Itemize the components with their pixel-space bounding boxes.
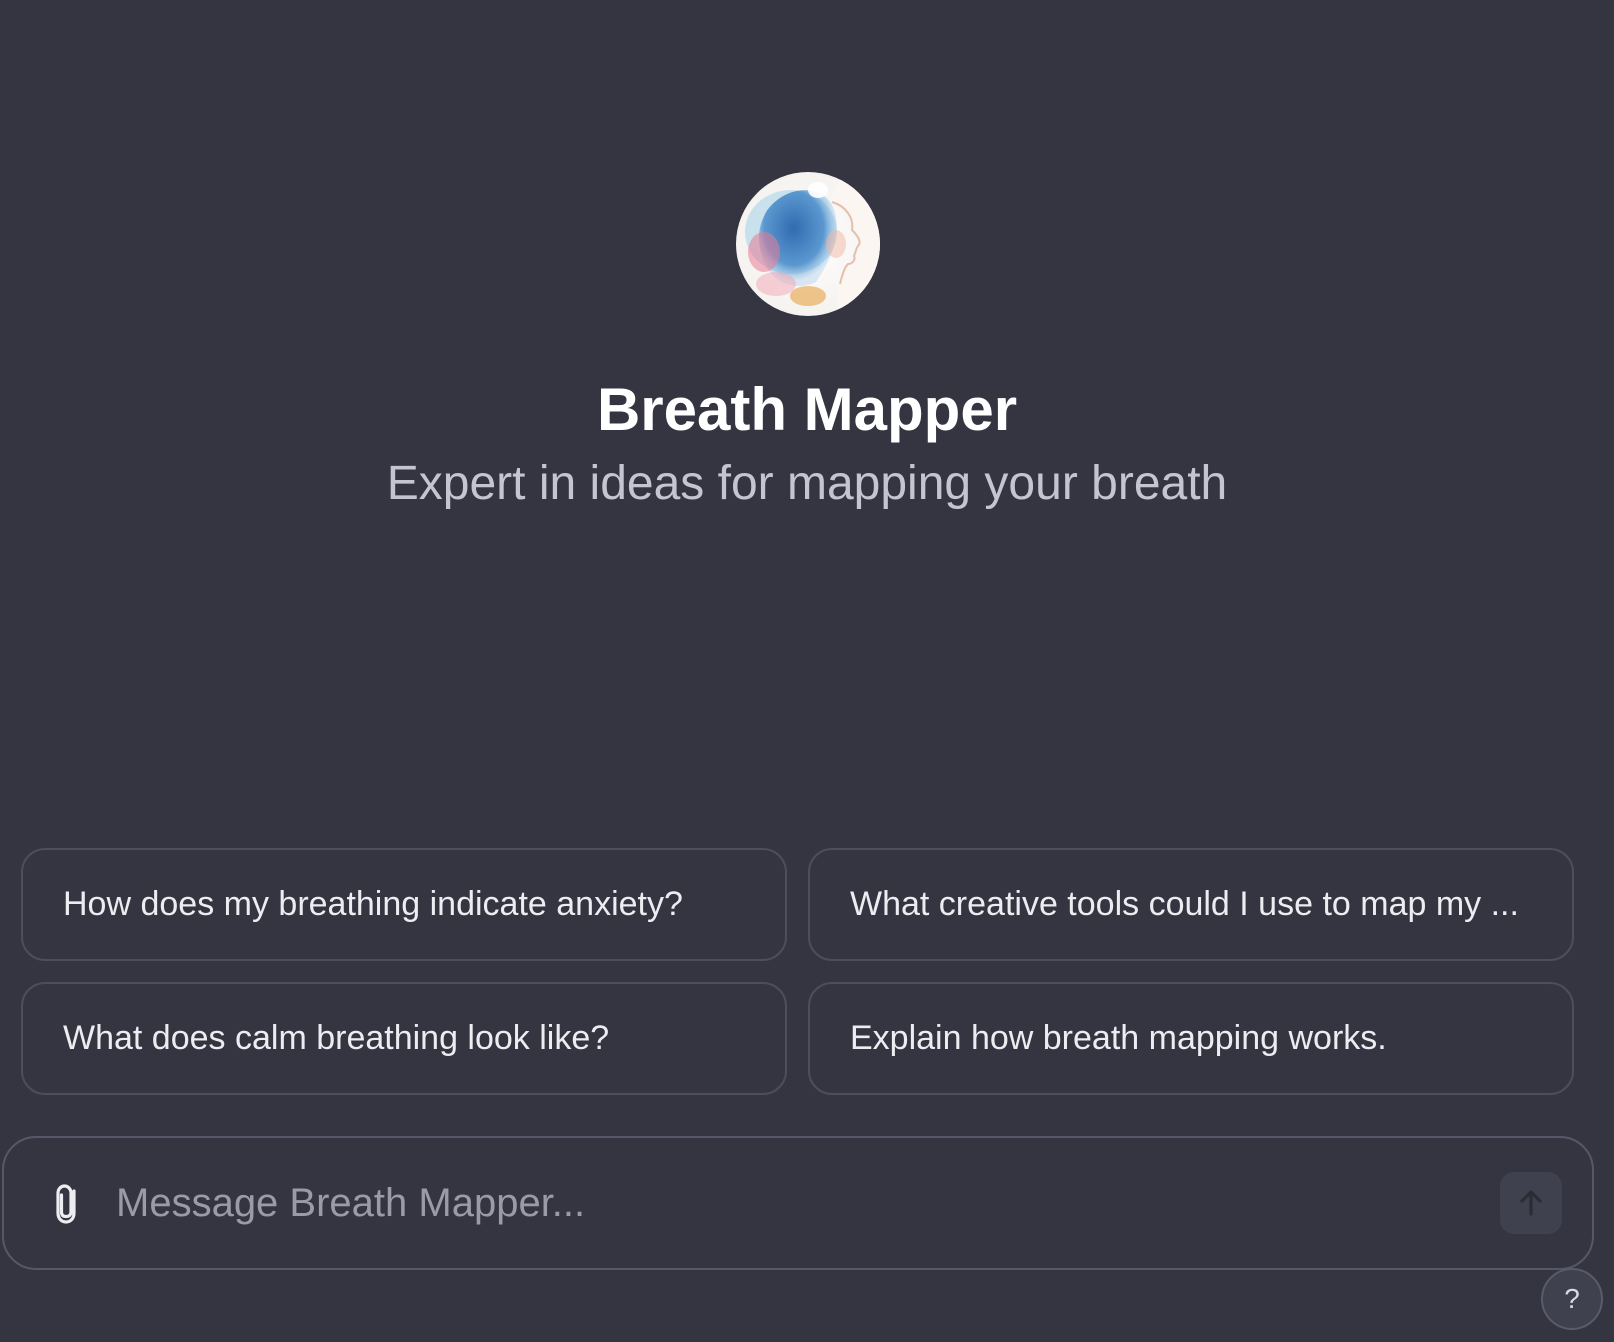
help-button[interactable]: ?	[1541, 1268, 1603, 1330]
watercolor-profile-icon	[736, 172, 880, 316]
suggestion-label: What does calm breathing look like?	[63, 1019, 610, 1057]
suggestion-card[interactable]: How does my breathing indicate anxiety?	[21, 848, 787, 961]
suggestion-card[interactable]: What does calm breathing look like?	[21, 982, 787, 1095]
gpt-avatar	[736, 172, 880, 316]
gpt-description: Expert in ideas for mapping your breath	[386, 457, 1228, 510]
message-composer	[2, 1136, 1594, 1270]
arrow-up-icon	[1520, 1190, 1542, 1216]
chat-landing: Breath Mapper Expert in ideas for mappin…	[0, 0, 1614, 1342]
suggestion-card[interactable]: What creative tools could I use to map m…	[808, 848, 1574, 961]
suggestion-label: How does my breathing indicate anxiety?	[63, 885, 683, 923]
suggestion-label: Explain how breath mapping works.	[850, 1019, 1387, 1057]
message-input[interactable]	[114, 1172, 1478, 1234]
suggestion-card[interactable]: Explain how breath mapping works.	[808, 982, 1574, 1095]
gpt-title: Breath Mapper	[596, 376, 1018, 443]
suggestion-grid: How does my breathing indicate anxiety? …	[21, 848, 1574, 1095]
send-button[interactable]	[1500, 1172, 1562, 1234]
attach-button[interactable]	[48, 1179, 88, 1227]
paperclip-icon	[56, 1184, 76, 1224]
suggestion-label: What creative tools could I use to map m…	[850, 885, 1519, 923]
help-label: ?	[1564, 1283, 1580, 1314]
